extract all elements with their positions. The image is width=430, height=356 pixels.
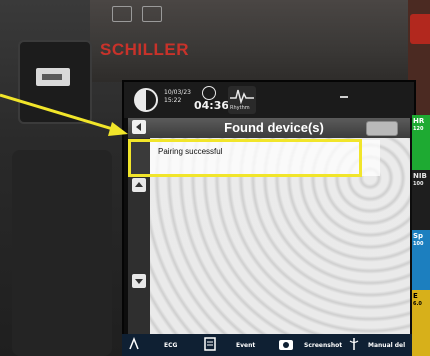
vital-parameters: HR 120 NIB 100 Sp 100 E 6.0	[412, 115, 430, 356]
rhythm-button[interactable]: Rhythm	[228, 86, 256, 114]
event-timer[interactable]: 04:36	[194, 86, 230, 114]
red-handle-tab	[410, 14, 430, 44]
status-separator	[340, 96, 348, 98]
hr-label: HR	[413, 117, 425, 125]
scroll-up-button[interactable]	[132, 178, 146, 192]
vital-spo2[interactable]: Sp 100	[412, 230, 430, 290]
medical-icon[interactable]	[348, 337, 360, 351]
screenshot-softkey[interactable]: Screenshot	[304, 342, 342, 349]
etco2-label: E	[413, 292, 418, 300]
brightness-icon[interactable]	[134, 88, 158, 112]
spo2-value: 100	[413, 241, 424, 247]
softkey-bar: ECG Event Screenshot Manual del	[122, 334, 412, 356]
connector-icon	[112, 6, 132, 22]
ecg-wave-icon	[230, 89, 254, 105]
hr-value: 120	[413, 126, 424, 132]
ecg-softkey[interactable]: ECG	[164, 342, 177, 349]
event-softkey[interactable]: Event	[236, 342, 255, 349]
spo2-label: Sp	[413, 232, 424, 240]
nib-label: NIB	[413, 172, 427, 180]
vital-hr[interactable]: HR 120	[412, 115, 430, 170]
device-side-panel	[12, 150, 112, 356]
clock-text: 15:22	[164, 97, 182, 104]
status-bar: 10/03/23 15:22 04:36 Rhythm	[124, 82, 414, 118]
dialog-title: Found device(s)	[224, 120, 324, 135]
cable-port	[18, 40, 92, 124]
nib-value: 100	[413, 181, 424, 187]
dialog-header: Found device(s)	[128, 118, 410, 138]
defib-icon[interactable]	[128, 337, 140, 351]
timer-value: 04:36	[194, 99, 230, 112]
back-button[interactable]	[132, 120, 146, 134]
highlight-box	[128, 139, 362, 177]
etco2-value: 6.0	[413, 301, 422, 307]
photo-scene: SCHILLER 10/03/23 15:22 04:36 Rhythm HR	[0, 0, 430, 356]
device-top-icons	[112, 6, 162, 22]
brand-logo: SCHILLER	[100, 40, 189, 59]
document-icon[interactable]	[204, 337, 216, 351]
plug-icon	[36, 68, 70, 86]
manual-softkey[interactable]: Manual del	[368, 342, 405, 349]
scroll-down-button[interactable]	[132, 274, 146, 288]
stopwatch-icon	[202, 86, 216, 100]
dialog-action-button[interactable]	[366, 121, 398, 136]
rhythm-label: Rhythm	[230, 105, 250, 111]
date-text: 10/03/23	[164, 89, 191, 96]
vital-etco2[interactable]: E 6.0	[412, 290, 430, 356]
camera-icon[interactable]	[278, 337, 294, 351]
wifi-icon	[142, 6, 162, 22]
vital-nibp[interactable]: NIB 100	[412, 170, 430, 230]
date-time: 10/03/23 15:22	[164, 89, 191, 105]
